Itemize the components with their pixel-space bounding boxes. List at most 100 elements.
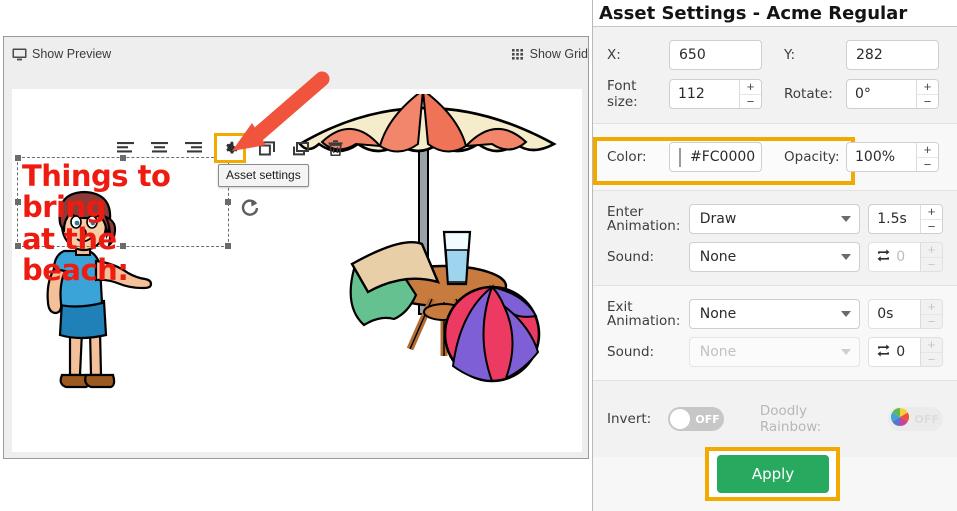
exit-loop-value[interactable]: 0 [896, 344, 905, 360]
exit-sound-select: None [688, 337, 861, 367]
chevron-down-icon [841, 349, 852, 355]
x-input[interactable]: 650 [669, 40, 762, 70]
enter-sound-label: Sound: [607, 249, 655, 265]
chevron-down-icon [841, 216, 852, 222]
chevron-down-icon [841, 254, 852, 260]
chevron-down-icon [841, 311, 852, 317]
toggles-row: Invert: OFF Doodly Rainbow: OFF [593, 399, 957, 439]
font-size-stepper[interactable]: 112 + − [669, 79, 762, 109]
font-size-value[interactable]: 112 [670, 80, 739, 108]
panel-title: Asset Settings - Acme Regular [599, 2, 908, 24]
enter-animation-select[interactable]: Draw [688, 204, 861, 234]
invert-toggle-knob [670, 409, 691, 429]
enter-duration-decrement[interactable]: − [921, 219, 942, 233]
gear-icon[interactable] [214, 133, 246, 163]
canvas-area[interactable]: Things to bring at the beach: Asset sett… [12, 89, 582, 452]
exit-duration-increment[interactable]: + [921, 300, 942, 315]
exit-loop-stepper[interactable]: 0 + − [868, 337, 943, 367]
color-swatch[interactable] [679, 147, 681, 167]
align-left-icon[interactable] [112, 136, 138, 160]
exit-animation-value: None [699, 306, 737, 322]
loop-icon [877, 249, 890, 266]
font-size-spin-buttons[interactable]: + − [739, 80, 761, 108]
exit-animation-row: Exit Animation: None 0s + − [593, 295, 957, 333]
enter-sound-select[interactable]: None [688, 242, 861, 272]
rotate-handle-icon[interactable] [240, 197, 260, 222]
show-grid-button[interactable]: Show Grid [511, 47, 588, 61]
exit-loop-spin-buttons[interactable]: + − [920, 338, 942, 366]
app-root: Show Preview Show Grid Things to bring a… [0, 0, 957, 511]
invert-toggle[interactable]: OFF [668, 407, 724, 431]
asset-settings-tooltip: Asset settings [218, 164, 309, 187]
rainbow-label: Doodly Rainbow: [759, 403, 822, 435]
opacity-decrement[interactable]: − [917, 157, 938, 171]
exit-sound-row: Sound: None 0 + − [593, 333, 957, 371]
enter-loop-stepper[interactable]: 0 + − [868, 242, 943, 272]
enter-loop-increment[interactable]: + [921, 243, 942, 258]
monitor-icon [12, 48, 27, 61]
x-label: X: [607, 47, 621, 63]
rotate-spin-buttons[interactable]: + − [916, 80, 938, 108]
exit-animation-select[interactable]: None [688, 299, 861, 329]
invert-toggle-state: OFF [695, 412, 720, 426]
resize-handle-bl[interactable] [15, 243, 21, 249]
rotate-stepper[interactable]: 0° + − [846, 79, 939, 109]
editor-panel: Show Preview Show Grid Things to bring a… [3, 36, 589, 459]
exit-loop-increment[interactable]: + [921, 338, 942, 353]
opacity-increment[interactable]: + [917, 143, 938, 158]
exit-sound-label: Sound: [607, 344, 655, 360]
enter-loop-decrement[interactable]: − [921, 257, 942, 271]
rotate-label: Rotate: [784, 86, 833, 102]
bring-forward-icon[interactable] [288, 136, 314, 160]
enter-animation-row: Enter Animation: Draw 1.5s + − [593, 200, 957, 238]
position-section: X: 650 Y: 282 Font size: 112 + − Rotate:… [593, 27, 957, 123]
resize-handle-ml[interactable] [15, 199, 21, 205]
opacity-stepper[interactable]: 100% + − [846, 142, 939, 172]
rotate-value[interactable]: 0° [847, 80, 916, 108]
rainbow-toggle-state: OFF [914, 412, 939, 426]
asset-text[interactable]: Things to bring at the beach: [22, 160, 232, 286]
enter-loop-spin-buttons[interactable]: + − [920, 243, 942, 271]
enter-duration-increment[interactable]: + [921, 205, 942, 220]
duplicate-icon[interactable] [254, 136, 280, 160]
exit-duration-spin-buttons[interactable]: + − [920, 300, 942, 328]
exit-duration-value[interactable]: 0s [869, 300, 920, 328]
resize-handle-tl[interactable] [15, 155, 21, 161]
align-center-icon[interactable] [146, 136, 172, 160]
y-input[interactable]: 282 [846, 40, 939, 70]
enter-duration-spin-buttons[interactable]: + − [920, 205, 942, 233]
settings-header: Asset Settings - Acme Regular [593, 0, 957, 27]
exit-duration-stepper[interactable]: 0s + − [868, 299, 943, 329]
align-right-icon[interactable] [180, 136, 206, 160]
color-label: Color: [607, 149, 647, 165]
editor-toolbar: Show Preview Show Grid [4, 37, 588, 71]
apply-button[interactable]: Apply [717, 455, 829, 493]
enter-animation-label: Enter Animation: [607, 203, 681, 234]
y-label: Y: [784, 47, 796, 63]
show-preview-button[interactable]: Show Preview [12, 47, 111, 61]
enter-sound-value: None [699, 249, 737, 265]
grid-icon [511, 48, 525, 60]
font-size-label: Font size: [607, 78, 638, 110]
trash-icon[interactable] [322, 136, 348, 160]
toggles-section: Invert: OFF Doodly Rainbow: OFF [593, 380, 957, 457]
enter-loop-value[interactable]: 0 [896, 249, 905, 265]
exit-loop-decrement[interactable]: − [921, 352, 942, 366]
opacity-spin-buttons[interactable]: + − [916, 143, 938, 171]
font-size-decrement[interactable]: − [740, 94, 761, 108]
position-row-size-rotate: Font size: 112 + − Rotate: 0° + − [593, 74, 957, 114]
enter-duration-stepper[interactable]: 1.5s + − [868, 204, 943, 234]
font-size-increment[interactable]: + [740, 80, 761, 95]
show-preview-label: Show Preview [32, 47, 112, 61]
rotate-decrement[interactable]: − [917, 94, 938, 108]
color-input[interactable]: #FC0000 [669, 142, 762, 172]
rotate-increment[interactable]: + [917, 80, 938, 95]
exit-duration-decrement[interactable]: − [921, 314, 942, 328]
exit-sound-value: None [699, 344, 737, 360]
doodly-rainbow-toggle[interactable]: OFF [887, 407, 943, 431]
opacity-value[interactable]: 100% [847, 143, 916, 171]
invert-label: Invert: [607, 411, 652, 427]
enter-duration-value[interactable]: 1.5s [869, 205, 920, 233]
exit-animation-section: Exit Animation: None 0s + − Sound: None [593, 285, 957, 380]
color-row: Color: #FC0000 Opacity: 100% + − [593, 138, 957, 176]
